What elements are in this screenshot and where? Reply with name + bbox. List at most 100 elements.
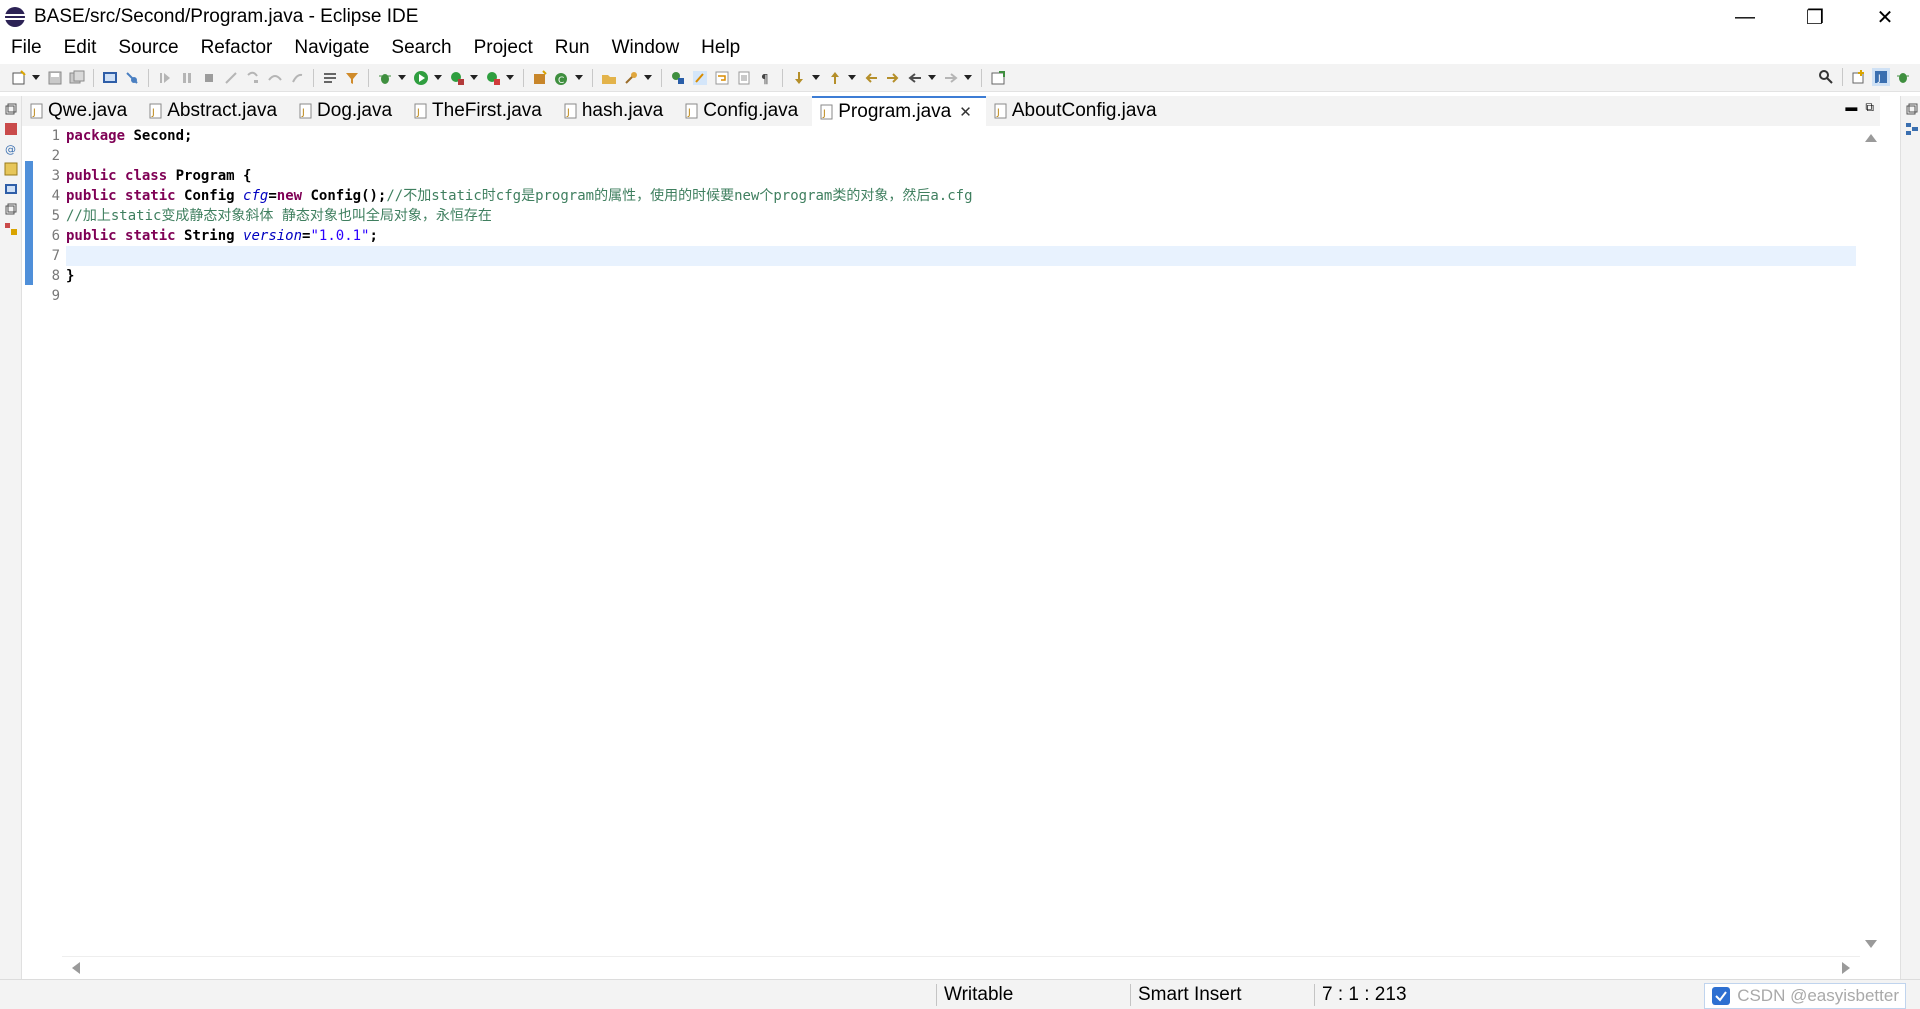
restore-right-view-icon[interactable] [1905,102,1919,116]
menu-refactor[interactable]: Refactor [190,34,284,62]
new-java-class-icon[interactable]: C [553,69,571,87]
menu-navigate[interactable]: Navigate [283,34,380,62]
keyword: static [125,188,176,204]
tab-close-icon[interactable]: ✕ [959,103,972,121]
pin-editor-icon[interactable] [989,69,1007,87]
menu-run[interactable]: Run [544,34,601,62]
code-text-area[interactable]: package Second; public class Program { p… [66,126,1856,956]
code-editor[interactable]: 1 2 3 4 5 6 7 8 9 package Second; public… [22,126,1882,956]
coverage-icon[interactable] [448,69,466,87]
search-icon[interactable] [1817,68,1835,86]
status-cursor-position[interactable]: 7 : 1 : 213 [1322,980,1407,1009]
tab-abstract-java[interactable]: J Abstract.java [141,96,291,126]
forward-dropdown-icon[interactable] [964,75,972,80]
tab-label: TheFirst.java [432,100,542,121]
external-tools-dropdown-icon[interactable] [506,75,514,80]
new-java-package-icon[interactable] [531,69,549,87]
restore-button[interactable]: ❐ [1780,0,1850,34]
vertical-scrollbar[interactable] [1860,126,1882,956]
horizontal-scrollbar[interactable] [62,956,1860,976]
save-all-icon[interactable] [68,69,86,87]
svg-text:J: J [822,109,826,119]
watermark-check-icon [1712,987,1731,1005]
status-separator [1314,984,1315,1006]
outline-icon[interactable] [4,222,18,236]
next-annotation-icon[interactable] [790,69,808,87]
minimize-button[interactable]: — [1710,0,1780,34]
terminal-icon[interactable] [101,69,119,87]
back-icon[interactable] [906,69,924,87]
toggle-ant-editor-icon[interactable] [669,69,687,87]
last-edit-location-icon[interactable] [862,69,880,87]
toggle-block-selection-icon[interactable] [735,69,753,87]
code-text: String [175,228,244,244]
maximize-editor-icon[interactable]: ⧉ [1865,100,1874,115]
show-whitespace-icon[interactable]: ¶ [757,69,775,87]
coverage-dropdown-icon[interactable] [470,75,478,80]
string-literal: "1.0.1" [310,228,370,244]
task-list-icon[interactable] [1905,122,1919,136]
previous-annotation-dropdown-icon[interactable] [848,75,856,80]
tab-program-java[interactable]: J Program.java ✕ [812,96,986,126]
menu-project[interactable]: Project [463,34,544,62]
run-icon[interactable] [412,69,430,87]
debug-perspective-icon[interactable] [1894,68,1912,86]
menu-help[interactable]: Help [690,34,751,62]
console-icon[interactable] [4,182,18,196]
menu-edit[interactable]: Edit [53,34,108,62]
toolbar-separator [313,68,314,87]
new-file-icon[interactable] [10,69,28,87]
tab-config-java[interactable]: J Config.java [677,96,812,126]
scroll-up-icon[interactable] [1865,134,1877,142]
java-perspective-icon[interactable]: J [1872,68,1890,86]
open-type-icon[interactable] [600,69,618,87]
svg-text:@: @ [5,143,16,156]
tab-aboutconfig-java[interactable]: J AboutConfig.java [986,96,1171,126]
new-dropdown-icon[interactable] [32,75,40,80]
back-dropdown-icon[interactable] [928,75,936,80]
menu-window[interactable]: Window [601,34,691,62]
minimize-editor-icon[interactable]: ▬ [1845,100,1857,115]
menu-file[interactable]: File [0,34,53,62]
debug-dropdown-icon[interactable] [398,75,406,80]
menu-search[interactable]: Search [380,34,462,62]
declaration-icon[interactable] [4,162,18,176]
scroll-right-icon[interactable] [1842,962,1850,974]
save-icon[interactable] [46,69,64,87]
quick-diff-ruler [22,126,34,956]
menu-source[interactable]: Source [107,34,189,62]
drop-to-frame-icon[interactable] [321,69,339,87]
scroll-down-icon[interactable] [1865,940,1877,948]
back-edit-icon[interactable] [884,69,902,87]
tab-qwe-java[interactable]: J Qwe.java [22,96,141,126]
search-tool-icon[interactable] [622,69,640,87]
title-bar: BASE/src/Second/Program.java - Eclipse I… [0,0,1920,34]
previous-annotation-icon[interactable] [826,69,844,87]
run-dropdown-icon[interactable] [434,75,442,80]
tab-thefirst-java[interactable]: J TheFirst.java [406,96,556,126]
restore-view-2-icon[interactable] [4,202,18,216]
scroll-left-icon[interactable] [72,962,80,974]
tab-label: Abstract.java [167,100,278,121]
close-button[interactable]: ✕ [1850,0,1920,34]
svg-text:J: J [687,108,691,118]
skip-breakpoints-icon[interactable] [123,69,141,87]
debug-icon[interactable] [376,69,394,87]
open-perspective-icon[interactable] [1850,68,1868,86]
new-class-dropdown-icon[interactable] [575,75,583,80]
toggle-mark-occurrences-icon[interactable] [691,69,709,87]
toggle-word-wrap-icon[interactable] [713,69,731,87]
javadoc-icon[interactable]: @ [4,142,18,156]
search-tool-dropdown-icon[interactable] [644,75,652,80]
status-insert-mode[interactable]: Smart Insert [1138,980,1241,1009]
use-step-filters-icon[interactable] [343,69,361,87]
restore-view-icon[interactable] [4,102,18,116]
code-text: = [268,188,277,204]
next-annotation-dropdown-icon[interactable] [812,75,820,80]
tab-hash-java[interactable]: J hash.java [556,96,677,126]
external-tools-icon[interactable] [484,69,502,87]
tab-dog-java[interactable]: J Dog.java [291,96,406,126]
line-number: 2 [51,148,60,164]
package-explorer-icon[interactable] [4,122,18,136]
